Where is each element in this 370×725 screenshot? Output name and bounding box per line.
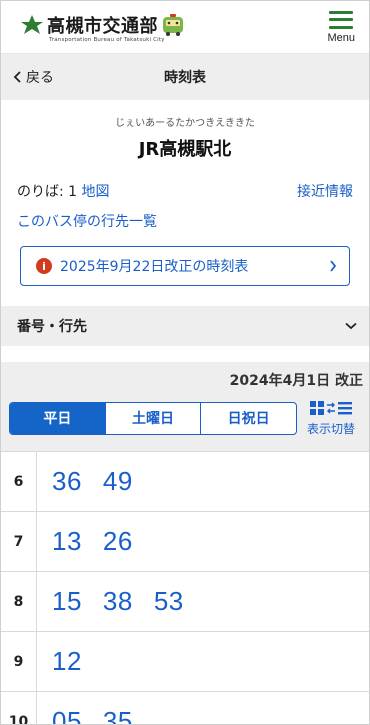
site-header: 高槻市交通部 Transportation Bureau of Takatsuk…: [1, 1, 369, 54]
minutes-cell: 12: [37, 632, 82, 691]
platform-label: のりば: 1: [17, 184, 78, 200]
tab-holiday[interactable]: 日祝日: [200, 402, 296, 434]
menu-button[interactable]: Menu: [327, 10, 355, 44]
timetable: 6 36 49 7 13 26 8 15 38 53 9 12 10 05 35: [1, 451, 369, 724]
chevron-right-icon: [330, 260, 337, 272]
stop-info: じぇいあーるたかつきえききた JR高槻駅北 のりば: 1 地図 接近情報 このバ…: [1, 100, 369, 286]
stop-name-kana: じぇいあーるたかつきえききた: [115, 118, 255, 129]
app-frame: 高槻市交通部 Transportation Bureau of Takatsuk…: [0, 0, 370, 725]
revision-date: 2024年4月1日 改正: [229, 373, 363, 389]
day-type-tabs: 平日 土曜日 日祝日: [9, 401, 297, 435]
hour-cell: 6: [1, 452, 37, 511]
swap-arrows-icon: [327, 402, 335, 414]
back-label: 戻る: [26, 70, 54, 86]
tab-weekday[interactable]: 平日: [10, 402, 105, 434]
departure-minute[interactable]: 35: [103, 706, 133, 724]
departure-minute[interactable]: 49: [103, 466, 133, 497]
hour-cell: 9: [1, 632, 37, 691]
hour-cell: 7: [1, 512, 37, 571]
display-toggle-label: 表示切替: [307, 422, 356, 436]
destinations-list-link[interactable]: このバス停の行先一覧: [17, 211, 353, 231]
departure-minute[interactable]: 36: [52, 466, 82, 497]
departure-minute[interactable]: 53: [154, 586, 184, 617]
chevron-down-icon: [345, 322, 357, 330]
display-toggle-button[interactable]: 表示切替: [307, 399, 355, 437]
minutes-cell: 15 38 53: [37, 572, 184, 631]
approach-info-link[interactable]: 接近情報: [297, 181, 353, 201]
back-button[interactable]: 戻る: [13, 67, 54, 87]
route-selector[interactable]: 番号・行先: [1, 306, 369, 346]
city-emblem-icon: [21, 14, 43, 34]
table-row: 6 36 49: [1, 452, 369, 512]
minutes-cell: 05 35: [37, 692, 133, 724]
route-label: 番号・行先: [17, 319, 87, 335]
grid-view-icon: [310, 401, 324, 415]
bus-mascot-icon: [163, 13, 183, 36]
hour-cell: 10: [1, 692, 37, 724]
stop-links-row: のりば: 1 地図 接近情報: [17, 181, 353, 201]
table-row: 9 12: [1, 632, 369, 692]
menu-label: Menu: [327, 31, 355, 44]
list-view-icon: [338, 402, 352, 415]
platform-info: のりば: 1 地図: [17, 181, 110, 201]
hour-cell: 8: [1, 572, 37, 631]
tab-saturday[interactable]: 土曜日: [104, 402, 201, 434]
table-row: 7 13 26: [1, 512, 369, 572]
revision-notice-text: 2025年9月22日改正の時刻表: [60, 259, 249, 275]
timetable-controls: 2024年4月1日 改正 平日 土曜日 日祝日 表示切替: [1, 362, 369, 451]
revision-notice-button[interactable]: i 2025年9月22日改正の時刻表: [20, 246, 350, 286]
page-title: 時刻表: [164, 70, 206, 86]
site-logo[interactable]: 高槻市交通部 Transportation Bureau of Takatsuk…: [19, 12, 186, 43]
departure-minute[interactable]: 12: [52, 646, 82, 677]
hamburger-icon: [329, 10, 354, 29]
minutes-cell: 36 49: [37, 452, 133, 511]
minutes-cell: 13 26: [37, 512, 133, 571]
stop-name: JR高槻駅北: [138, 139, 232, 160]
table-row: 10 05 35: [1, 692, 369, 724]
logo-subtitle: Transportation Bureau of Takatsuki City: [49, 36, 165, 43]
map-link[interactable]: 地図: [82, 184, 110, 200]
chevron-left-icon: [13, 71, 21, 83]
departure-minute[interactable]: 13: [52, 526, 82, 557]
table-row: 8 15 38 53: [1, 572, 369, 632]
departure-minute[interactable]: 05: [52, 706, 82, 724]
logo-title: 高槻市交通部: [47, 15, 158, 37]
nav-bar: 戻る 時刻表: [1, 54, 369, 100]
departure-minute[interactable]: 15: [52, 586, 82, 617]
departure-minute[interactable]: 26: [103, 526, 133, 557]
departure-minute[interactable]: 38: [103, 586, 133, 617]
info-alert-icon: i: [36, 258, 52, 274]
